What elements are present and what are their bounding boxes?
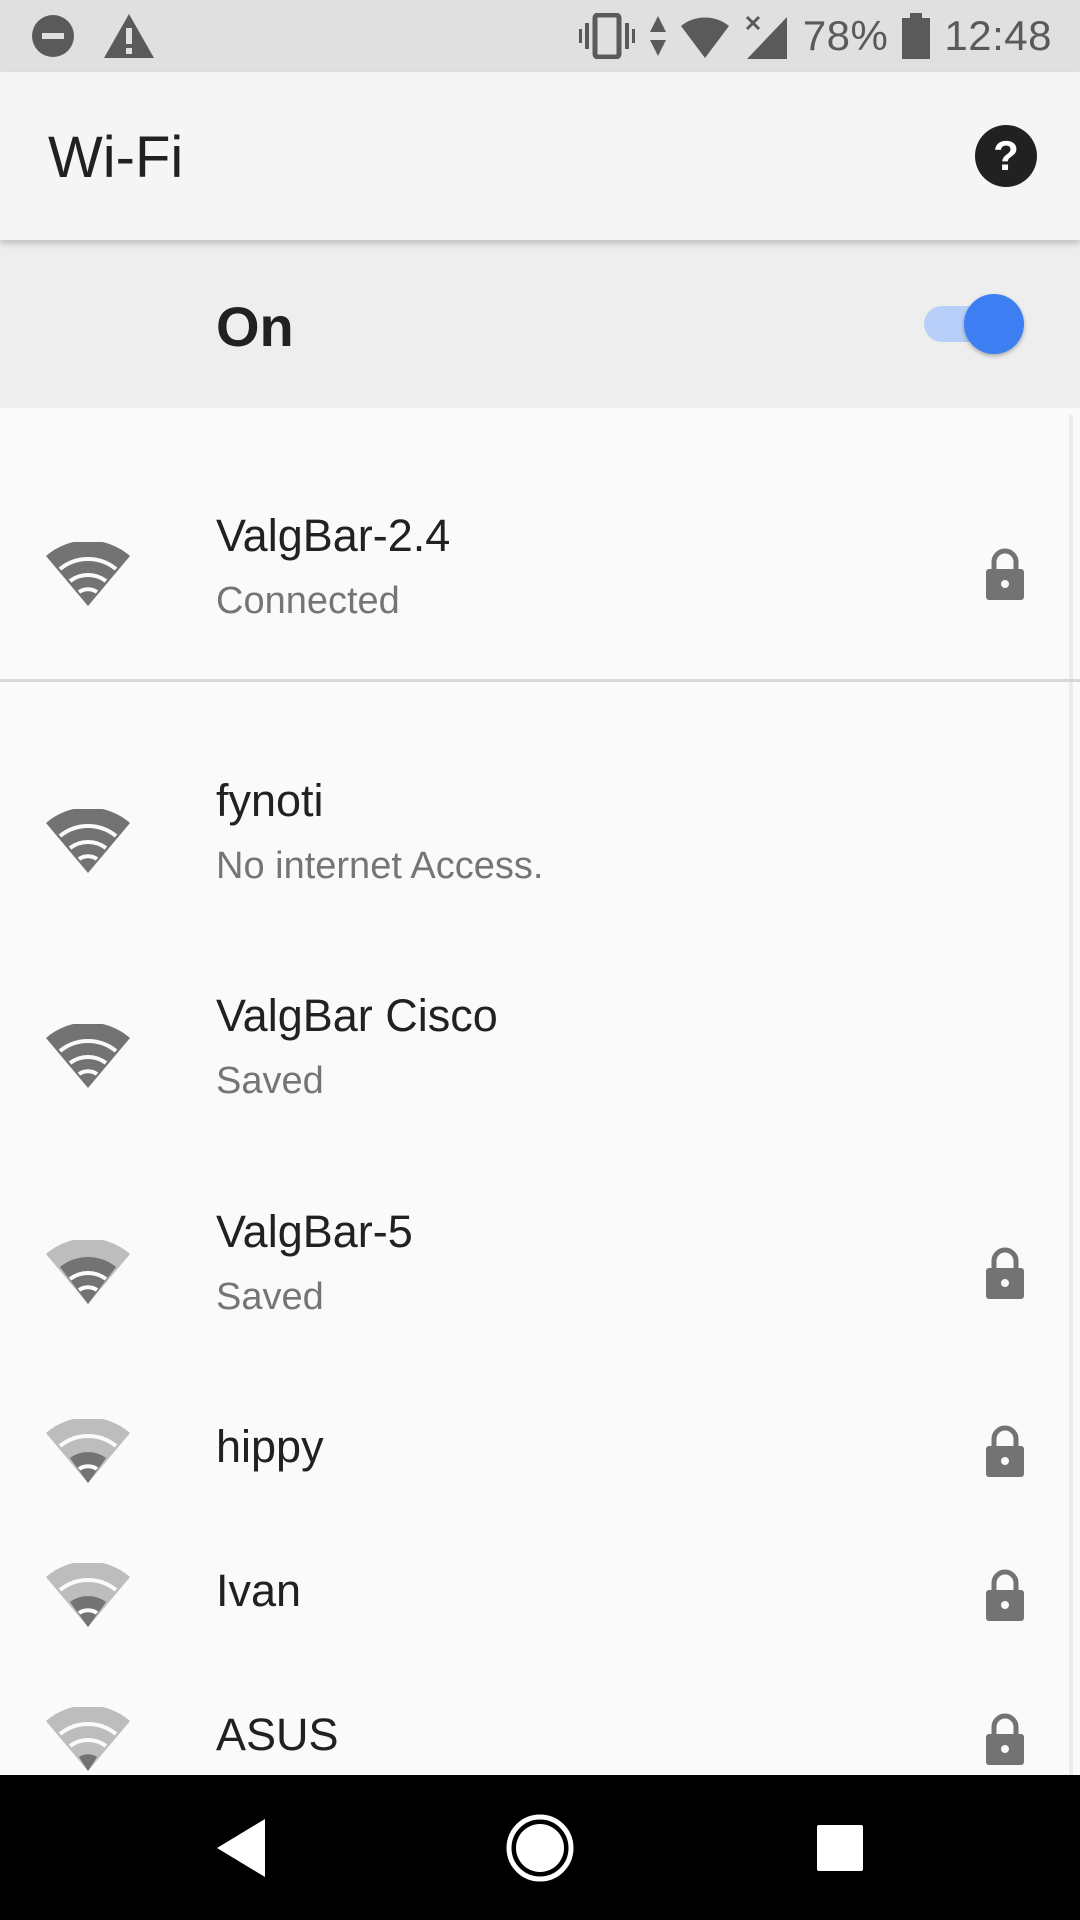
wifi-signal-full-icon [46, 1024, 130, 1088]
vibrate-icon [578, 13, 635, 59]
network-name: ValgBar-5 [216, 1206, 413, 1257]
network-item[interactable]: ValgBar Cisco Saved [0, 897, 1080, 1113]
network-item[interactable]: ValgBar-2.4 Connected [0, 408, 1080, 679]
wifi-master-switch-row[interactable]: On [0, 240, 1080, 408]
wifi-toggle[interactable] [924, 294, 1024, 354]
network-name: ValgBar-2.4 [216, 510, 451, 561]
cellular-no-signal-icon [745, 15, 787, 59]
network-name: hippy [216, 1421, 324, 1472]
network-item[interactable]: ValgBar-5 Saved [0, 1113, 1080, 1329]
help-icon[interactable]: ? [974, 124, 1038, 188]
network-status: Saved [216, 1060, 324, 1102]
svg-text:?: ? [993, 132, 1019, 179]
wifi-signal-1-icon [46, 1707, 130, 1771]
lock-icon [986, 1713, 1024, 1765]
network-status: Saved [216, 1276, 324, 1318]
recents-icon[interactable] [805, 1813, 875, 1883]
back-icon[interactable] [205, 1813, 275, 1883]
wifi-signal-3-icon [46, 1240, 130, 1304]
lock-icon [986, 548, 1024, 600]
network-name: ASUS [216, 1709, 339, 1760]
wifi-status-icon [680, 17, 729, 58]
data-arrows-icon [649, 16, 666, 56]
network-name: fynoti [216, 775, 324, 826]
navigation-bar [0, 1775, 1080, 1920]
lock-icon [986, 1569, 1024, 1621]
do-not-disturb-icon [32, 15, 74, 57]
app-bar: Wi-Fi ? [0, 72, 1080, 240]
clock: 12:48 [944, 12, 1052, 59]
battery-percent: 78% [802, 12, 889, 59]
toggle-thumb [964, 294, 1024, 354]
network-status: Connected [216, 580, 400, 622]
master-switch-label: On [216, 295, 294, 358]
alert-icon [104, 14, 154, 58]
network-status: No internet Access. [216, 845, 544, 887]
wifi-signal-full-icon [46, 542, 130, 606]
lock-icon [986, 1247, 1024, 1299]
battery-icon [902, 13, 931, 59]
wifi-signal-full-icon [46, 809, 130, 873]
network-item[interactable]: fynoti No internet Access. [0, 682, 1080, 897]
page-title: Wi-Fi [48, 125, 184, 190]
home-icon[interactable] [505, 1813, 575, 1883]
network-item[interactable]: Ivan [0, 1473, 1080, 1627]
network-item[interactable]: ASUS [0, 1617, 1080, 1775]
status-bar: 78% 12:48 [0, 0, 1080, 72]
lock-icon [986, 1425, 1024, 1477]
network-name: Ivan [216, 1565, 302, 1616]
network-item[interactable]: hippy [0, 1329, 1080, 1483]
network-name: ValgBar Cisco [216, 990, 498, 1041]
